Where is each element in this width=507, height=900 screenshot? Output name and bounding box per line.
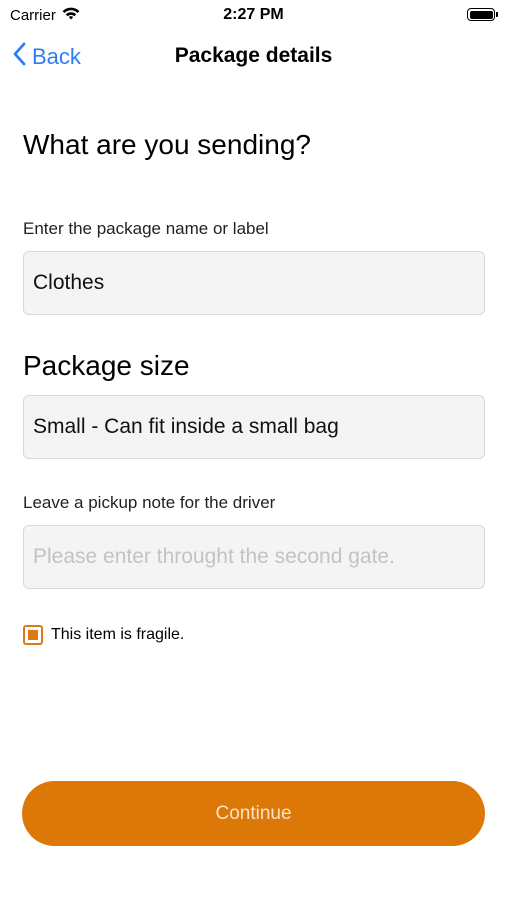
battery-icon: [467, 8, 495, 21]
continue-button[interactable]: Continue: [22, 781, 485, 846]
continue-label: Continue: [215, 802, 292, 824]
package-name-value: Clothes: [33, 271, 105, 294]
status-bar: Carrier 2:27 PM: [0, 0, 507, 32]
package-size-field[interactable]: Small - Can fit inside a small bag: [23, 395, 485, 459]
pickup-note-label: Leave a pickup note for the driver: [23, 493, 276, 512]
fragile-checkbox[interactable]: [23, 625, 43, 645]
pickup-note-input[interactable]: [23, 525, 485, 589]
battery-tip: [496, 12, 498, 17]
navigation-bar: Back Package details: [0, 38, 507, 78]
package-details-screen: Carrier 2:27 PM Back Package details Wha…: [0, 0, 507, 900]
fragile-label: This item is fragile.: [51, 626, 185, 643]
page-title: Package details: [174, 44, 333, 67]
package-size-value: Small - Can fit inside a small bag: [33, 415, 339, 438]
fragile-option: This item is fragile.: [23, 625, 184, 645]
sending-heading: What are you sending?: [23, 129, 311, 160]
checkbox-checked-icon: [28, 630, 38, 640]
package-name-label: Enter the package name or label: [23, 219, 269, 238]
package-size-heading: Package size: [23, 350, 190, 381]
clock: 2:27 PM: [223, 6, 284, 23]
package-name-field[interactable]: Clothes: [23, 251, 485, 315]
